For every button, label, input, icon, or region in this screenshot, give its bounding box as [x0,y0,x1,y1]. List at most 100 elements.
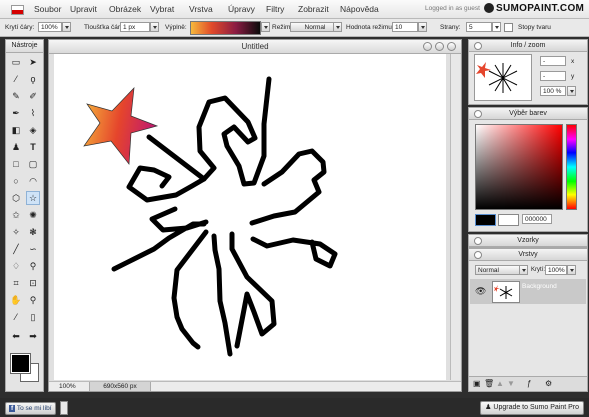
sumo-logo-icon [484,3,494,13]
navigator-thumbnail[interactable] [474,54,532,101]
sides-stepper[interactable] [492,22,501,32]
samples-panel-title[interactable]: Vzorky [469,235,587,247]
footer-bar: f To se mi líbí ♟ Upgrade to Sumo Paint … [0,398,589,417]
eyedropper-tool-icon[interactable]: ⁄ [9,310,23,324]
shape-trail-checkbox[interactable] [504,23,513,32]
drop-tool-icon[interactable]: ♢ [9,259,23,273]
mode-dropdown[interactable] [333,22,342,32]
star-shape [83,87,159,165]
text-tool-icon[interactable]: T [26,140,40,154]
crop-tool-icon[interactable]: ⌗ [9,276,23,290]
previous-color-swatch[interactable] [498,214,519,226]
like-count-box [60,401,68,415]
opacity-dropdown[interactable] [62,22,71,32]
smooth-field[interactable]: 10 [392,22,418,32]
marquee-tool-icon[interactable]: ▭ [9,55,23,69]
zoom-tool-icon[interactable]: ⚲ [26,293,40,307]
hue-slider[interactable] [566,124,577,210]
clone-tool-icon[interactable]: ♟ [9,140,23,154]
wand-tool-icon[interactable]: ⁄ [9,72,23,86]
menu-image[interactable]: Obrázek [109,4,141,14]
custom-shape-tool-icon[interactable]: ✧ [9,225,23,239]
fill-gradient-swatch[interactable] [190,21,261,35]
options-bar: Krytí čáry: 100% Tloušťka čáry: 1 px Výp… [0,19,589,37]
rectangle-tool-icon[interactable]: □ [9,157,23,171]
arrow-left-icon[interactable]: ⬅ [9,329,23,343]
new-layer-icon[interactable]: ▣ [473,379,481,388]
airbrush-tool-icon[interactable]: ✒ [9,106,23,120]
eraser-tool-icon[interactable]: ▯ [26,310,40,324]
menu-help[interactable]: Nápověda [340,4,379,14]
fill-dropdown[interactable] [261,22,270,32]
zoom-level: 100% [59,383,76,390]
lasso-tool-icon[interactable]: ϙ [26,72,40,86]
layers-panel-title[interactable]: Vrstvy [469,249,587,261]
drawing-canvas[interactable] [54,54,446,380]
fill-tool-icon[interactable]: ◈ [26,123,40,137]
zoom-dropdown[interactable] [567,86,576,96]
maximize-icon[interactable] [435,42,444,51]
blend-mode-select[interactable]: Normal [475,265,523,275]
hand-tool-icon[interactable]: ✋ [9,293,23,307]
current-color-swatch[interactable] [475,214,496,226]
menu-view[interactable]: Zobrazit [298,4,329,14]
zoom-field[interactable]: 100 % [540,86,566,96]
hex-field[interactable]: 000000 [522,214,552,224]
facebook-icon: f [9,405,16,412]
burst-tool-icon[interactable]: ✺ [26,208,40,222]
blend-mode-dropdown[interactable] [519,265,528,275]
thickness-dropdown[interactable] [150,22,159,32]
color-field[interactable] [475,124,563,210]
rounded-rect-tool-icon[interactable]: ▢ [26,157,40,171]
star-shape-tool-icon[interactable]: ✩ [9,208,23,222]
sharpen-tool-icon[interactable]: ⚲ [26,259,40,273]
opacity-field[interactable]: 100% [38,22,62,32]
brush-tool-icon[interactable]: ✐ [26,89,40,103]
document-title: Untitled [49,40,461,54]
sides-field[interactable]: 5 [466,22,492,32]
arrow-right-icon[interactable]: ➡ [26,329,40,343]
facebook-like-button[interactable]: f To se mi líbí [5,402,56,415]
menu-select[interactable]: Vybrat [150,4,174,14]
curve-tool-icon[interactable]: ∽ [26,242,40,256]
menu-edit[interactable]: Upravit [70,4,97,14]
close-icon[interactable] [447,42,456,51]
mode-select[interactable]: Normal [290,22,338,32]
delete-layer-icon[interactable]: 🗑 [484,379,494,388]
color-picker-panel: Výběr barev 000000 [468,107,588,232]
tools-title: Nástroje [6,40,43,53]
foreground-color-swatch[interactable] [10,353,31,374]
pencil-tool-icon[interactable]: ✎ [9,89,23,103]
color-panel-title[interactable]: Výběr barev [469,108,587,120]
layer-effects-icon[interactable]: ƒ [527,379,531,388]
menu-filters[interactable]: Filtry [266,4,284,14]
smudge-tool-icon[interactable]: ⌇ [26,106,40,120]
layer-settings-icon[interactable]: ⚙ [545,379,552,388]
move-tool-icon[interactable]: ➤ [26,55,40,69]
language-flag-icon[interactable] [11,5,24,15]
layer-opacity-dropdown[interactable] [567,265,576,275]
layer-opacity-field[interactable]: 100% [545,265,567,275]
arc-tool-icon[interactable]: ◠ [26,174,40,188]
menu-file[interactable]: Soubor [34,4,61,14]
eye-icon[interactable]: 👁 [475,286,486,297]
transform-tool-icon[interactable]: ⊡ [26,276,40,290]
polygon-tool-icon[interactable]: ⬡ [9,191,23,205]
canvas-scrollbar[interactable] [450,54,460,380]
move-up-icon[interactable]: ▲ [496,379,504,388]
star-doodle [111,76,338,357]
ellipse-tool-icon[interactable]: ○ [9,174,23,188]
upgrade-button[interactable]: ♟ Upgrade to Sumo Paint Pro [480,401,584,415]
gradient-tool-icon[interactable]: ◧ [9,123,23,137]
thickness-field[interactable]: 1 px [120,22,150,32]
layer-row[interactable]: 👁 Background [470,279,586,304]
menu-layer[interactable]: Vrstva [189,4,213,14]
info-panel-title[interactable]: Info / zoom [469,40,587,52]
minimize-icon[interactable] [423,42,432,51]
flower-tool-icon[interactable]: ❃ [26,225,40,239]
line-tool-icon[interactable]: ╱ [9,242,23,256]
smooth-dropdown[interactable] [418,22,427,32]
star-tool-icon[interactable]: ☆ [26,191,40,205]
move-down-icon[interactable]: ▼ [507,379,515,388]
menu-adjustments[interactable]: Úpravy [228,4,255,14]
